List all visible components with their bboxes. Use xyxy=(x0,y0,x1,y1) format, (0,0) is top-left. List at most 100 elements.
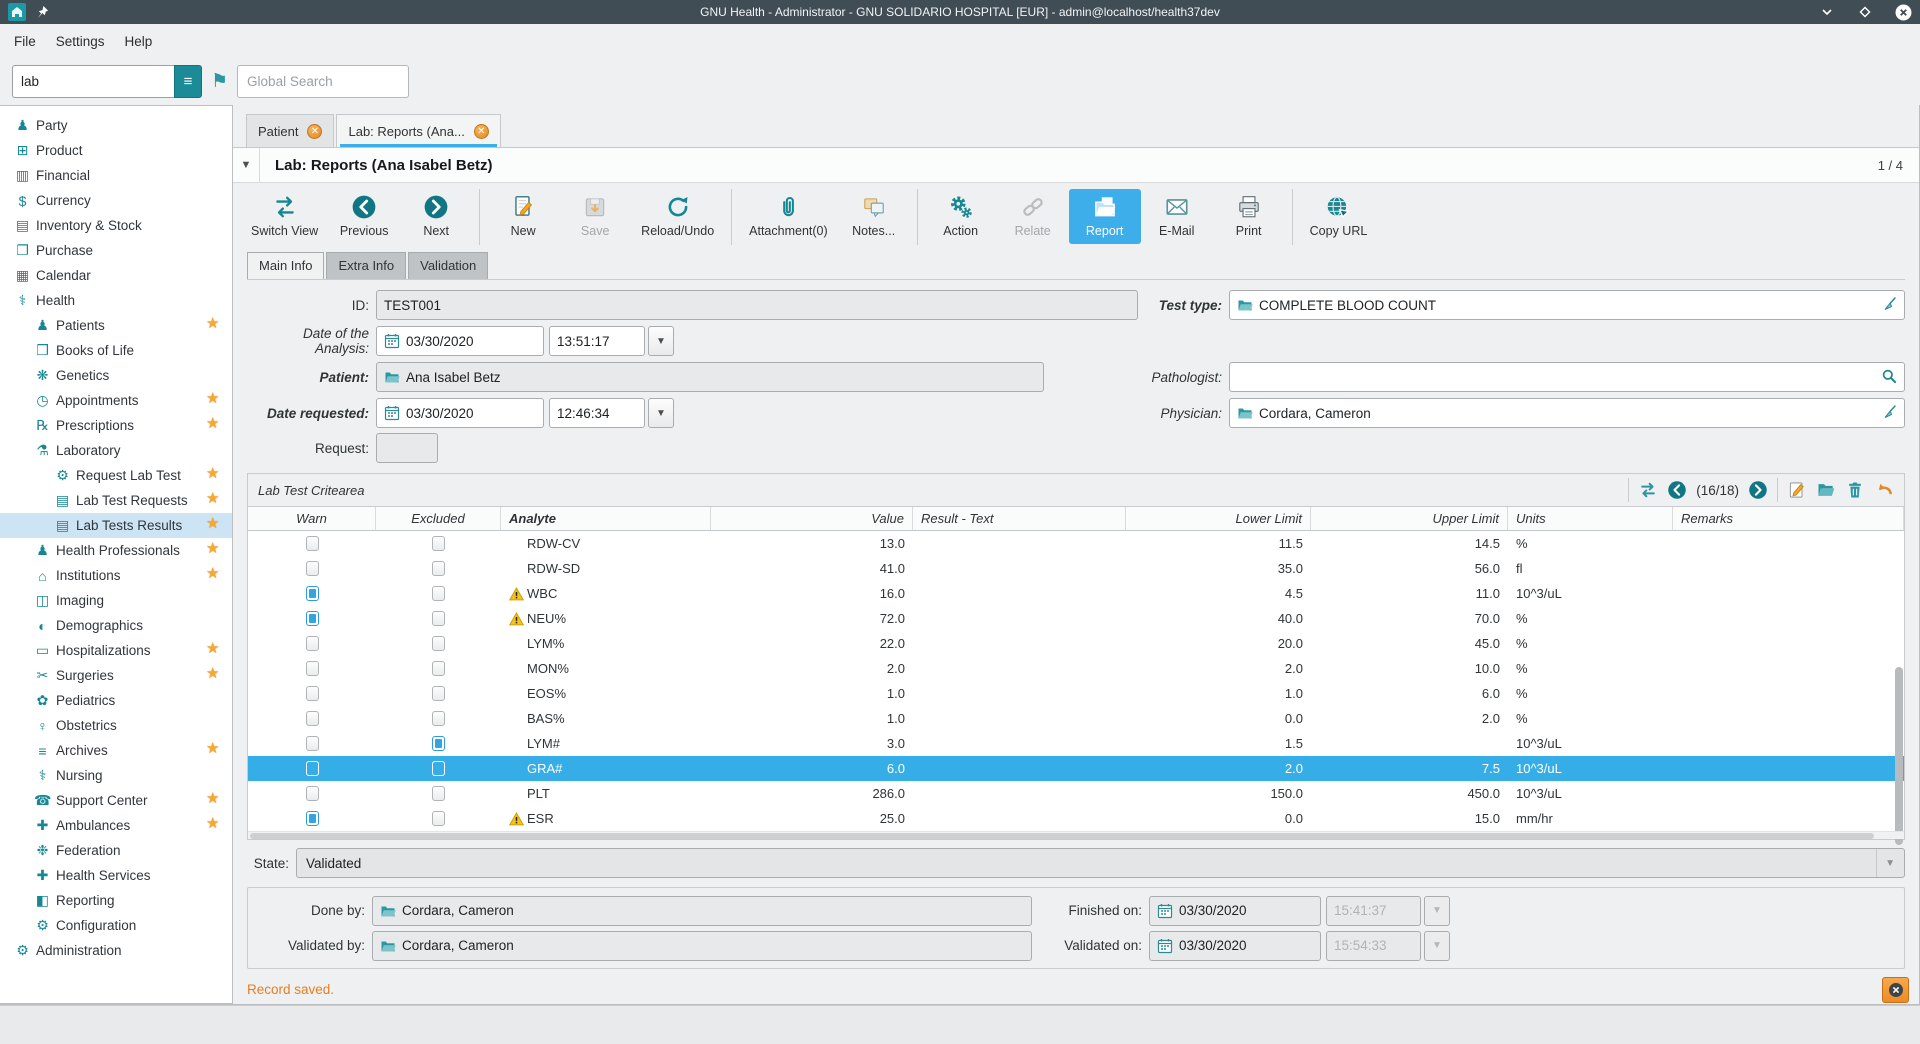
sidebar-item-prescriptions[interactable]: ℞Prescriptions★ xyxy=(0,413,232,438)
vertical-scrollbar[interactable] xyxy=(1895,667,1903,845)
sidebar-item-product[interactable]: ⊞Product xyxy=(0,138,232,163)
state-field[interactable]: Validated ▼ xyxy=(296,848,1905,878)
sidebar-item-federation[interactable]: ❉Federation xyxy=(0,838,232,863)
excluded-checkbox[interactable] xyxy=(432,761,445,776)
favorite-star-icon[interactable]: ★ xyxy=(206,414,219,432)
excluded-checkbox[interactable] xyxy=(432,586,445,601)
sidebar-item-appointments[interactable]: ◷Appointments★ xyxy=(0,388,232,413)
col-lower-limit[interactable]: Lower Limit xyxy=(1126,507,1311,530)
save-button[interactable]: Save xyxy=(559,189,631,244)
favorite-star-icon[interactable]: ★ xyxy=(206,489,219,507)
tab-extra-info[interactable]: Extra Info xyxy=(326,252,406,279)
sidebar-item-hospitalizations[interactable]: ▭Hospitalizations★ xyxy=(0,638,232,663)
table-row[interactable]: MON%2.02.010.0% xyxy=(248,656,1904,681)
sidebar-item-obstetrics[interactable]: ♀Obstetrics xyxy=(0,713,232,738)
favorite-star-icon[interactable]: ★ xyxy=(206,814,219,832)
excluded-checkbox[interactable] xyxy=(432,561,445,576)
sidebar-item-archives[interactable]: ≡Archives★ xyxy=(0,738,232,763)
reload-undo-button[interactable]: Reload/Undo xyxy=(631,189,724,244)
col-remarks[interactable]: Remarks xyxy=(1673,507,1904,530)
requested-date-field[interactable]: 03/30/2020 xyxy=(376,398,544,428)
table-row[interactable]: ESR25.00.015.0mm/hr xyxy=(248,806,1904,831)
warn-checkbox[interactable] xyxy=(306,686,319,701)
sidebar-item-lab-test-requests[interactable]: ▤Lab Test Requests★ xyxy=(0,488,232,513)
col-analyte[interactable]: Analyte xyxy=(501,507,711,530)
analysis-time-field[interactable]: 13:51:17 xyxy=(549,326,645,356)
warn-checkbox[interactable] xyxy=(306,661,319,676)
patient-field[interactable]: Ana Isabel Betz xyxy=(376,362,1044,392)
maximize-icon[interactable] xyxy=(1857,4,1873,20)
sidebar-item-party[interactable]: ♟Party xyxy=(0,113,232,138)
tab-lab-reports[interactable]: Lab: Reports (Ana... ✕ xyxy=(336,114,500,147)
datetime-dropdown-button[interactable]: ▼ xyxy=(648,398,674,428)
bookmark-icon[interactable]: ⚑ xyxy=(211,70,228,93)
sidebar-item-institutions[interactable]: ⌂Institutions★ xyxy=(0,563,232,588)
tab-main-info[interactable]: Main Info xyxy=(247,252,324,279)
menu-settings[interactable]: Settings xyxy=(46,28,115,55)
done-by-field[interactable]: Cordara, Cameron xyxy=(372,896,1032,926)
favorite-star-icon[interactable]: ★ xyxy=(206,789,219,807)
analysis-date-field[interactable]: 03/30/2020 xyxy=(376,326,544,356)
tab-validation[interactable]: Validation xyxy=(408,252,488,279)
sidebar-item-imaging[interactable]: ◫Imaging xyxy=(0,588,232,613)
table-row[interactable]: RDW-CV13.011.514.5% xyxy=(248,531,1904,556)
excluded-checkbox[interactable] xyxy=(432,661,445,676)
physician-field[interactable]: Cordara, Cameron xyxy=(1229,398,1905,428)
sidebar-item-inventory-stock[interactable]: ▤Inventory & Stock xyxy=(0,213,232,238)
warn-checkbox[interactable] xyxy=(306,561,319,576)
table-row[interactable]: EOS%1.01.06.0% xyxy=(248,681,1904,706)
excluded-checkbox[interactable] xyxy=(432,611,445,626)
open-folder-icon[interactable] xyxy=(1816,480,1836,500)
favorite-star-icon[interactable]: ★ xyxy=(206,389,219,407)
sidebar-item-health[interactable]: ⚕Health xyxy=(0,288,232,313)
next-button[interactable]: Next xyxy=(400,189,472,244)
sidebar-item-request-lab-test[interactable]: ⚙Request Lab Test★ xyxy=(0,463,232,488)
favorite-star-icon[interactable]: ★ xyxy=(206,664,219,682)
warn-checkbox[interactable] xyxy=(306,736,319,751)
favorite-star-icon[interactable]: ★ xyxy=(206,539,219,557)
sidebar-item-pediatrics[interactable]: ✿Pediatrics xyxy=(0,688,232,713)
sidebar-item-health-services[interactable]: ✚Health Services xyxy=(0,863,232,888)
attachment-button[interactable]: Attachment(0) xyxy=(739,189,838,244)
col-upper-limit[interactable]: Upper Limit xyxy=(1311,507,1508,530)
table-row[interactable]: LYM#3.01.510^3/uL xyxy=(248,731,1904,756)
sidebar-item-reporting[interactable]: ◧Reporting xyxy=(0,888,232,913)
warn-checkbox[interactable] xyxy=(306,611,319,626)
finished-date-field[interactable]: 03/30/2020 xyxy=(1149,896,1321,926)
sidebar-item-support-center[interactable]: ☎Support Center★ xyxy=(0,788,232,813)
pathologist-field[interactable] xyxy=(1229,362,1905,392)
validated-by-field[interactable]: Cordara, Cameron xyxy=(372,931,1032,961)
col-warn[interactable]: Warn xyxy=(248,507,376,530)
excluded-checkbox[interactable] xyxy=(432,536,445,551)
favorite-star-icon[interactable]: ★ xyxy=(206,314,219,332)
horizontal-scrollbar[interactable] xyxy=(248,831,1904,839)
sidebar-item-health-professionals[interactable]: ♟Health Professionals★ xyxy=(0,538,232,563)
sidebar-item-ambulances[interactable]: ✚Ambulances★ xyxy=(0,813,232,838)
close-icon[interactable] xyxy=(1895,4,1912,21)
action-button[interactable]: Action xyxy=(925,189,997,244)
sidebar-item-lab-tests-results[interactable]: ▤Lab Tests Results★ xyxy=(0,513,232,538)
warn-checkbox[interactable] xyxy=(306,761,319,776)
sidebar-item-configuration[interactable]: ⚙Configuration xyxy=(0,913,232,938)
sidebar-item-surgeries[interactable]: ✂Surgeries★ xyxy=(0,663,232,688)
favorite-star-icon[interactable]: ★ xyxy=(206,564,219,582)
table-row[interactable]: RDW-SD41.035.056.0fl xyxy=(248,556,1904,581)
global-search-input[interactable] xyxy=(237,65,409,98)
table-row[interactable]: BAS%1.00.02.0% xyxy=(248,706,1904,731)
sidebar-item-purchase[interactable]: ❐Purchase xyxy=(0,238,232,263)
table-row[interactable]: LYM%22.020.045.0% xyxy=(248,631,1904,656)
copy-url-button[interactable]: Copy URL xyxy=(1300,189,1378,244)
validated-date-field[interactable]: 03/30/2020 xyxy=(1149,931,1321,961)
sidebar-item-laboratory[interactable]: ⚗Laboratory xyxy=(0,438,232,463)
requested-time-field[interactable]: 12:46:34 xyxy=(549,398,645,428)
excluded-checkbox[interactable] xyxy=(432,736,445,751)
sidebar-item-books-of-life[interactable]: ❒Books of Life xyxy=(0,338,232,363)
notes-button[interactable]: Notes... xyxy=(838,189,910,244)
clear-broom-icon[interactable] xyxy=(1881,404,1897,423)
print-button[interactable]: Print xyxy=(1213,189,1285,244)
report-button[interactable]: Report xyxy=(1069,189,1141,244)
table-row[interactable]: WBC16.04.511.010^3/uL xyxy=(248,581,1904,606)
minimize-icon[interactable] xyxy=(1819,4,1835,20)
col-units[interactable]: Units xyxy=(1508,507,1673,530)
search-icon[interactable] xyxy=(1881,368,1897,387)
